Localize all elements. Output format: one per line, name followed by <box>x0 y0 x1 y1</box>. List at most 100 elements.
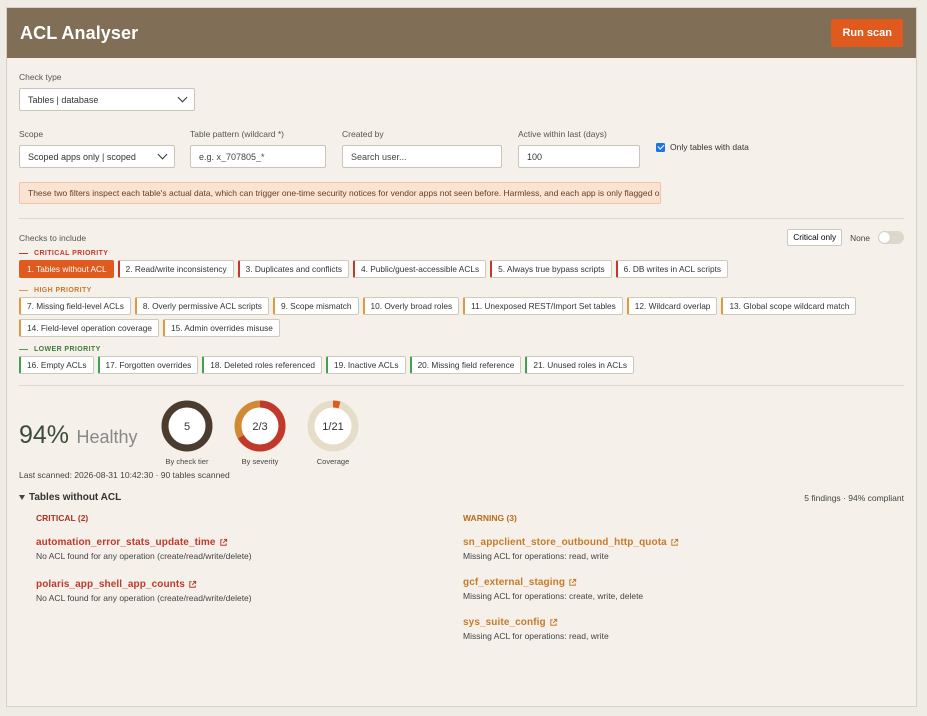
coverage-caption: Coverage <box>316 457 350 466</box>
warning-findings: WARNING (3) sn_appclient_store_outbound_… <box>463 513 883 641</box>
finding-description: Missing ACL for operations: create, writ… <box>463 591 644 601</box>
check-chip[interactable]: 16. Empty ACLs <box>19 356 94 374</box>
finding-description: No ACL found for any operation (create/r… <box>36 593 252 603</box>
check-chip[interactable]: 7. Missing field-level ACLs <box>19 297 131 315</box>
data-filter-notice: These two filters inspect each table's a… <box>19 182 661 204</box>
check-chip[interactable]: 11. Unexposed REST/Import Set tables <box>463 297 623 315</box>
check-chip[interactable]: 5. Always true bypass scripts <box>490 260 612 278</box>
coverage-value: 1/21 <box>322 421 343 433</box>
check-chip[interactable]: 14. Field-level operation coverage <box>19 319 159 337</box>
finding-link[interactable]: automation_error_stats_update_time <box>36 537 463 548</box>
high-check-chips: 7. Missing field-level ACLs 8. Overly per… <box>19 297 904 337</box>
finding-name: sys_suite_config <box>463 617 546 628</box>
check-type-label: Check type <box>19 72 62 82</box>
coverage-donut: 1/21 Coverage <box>306 399 360 466</box>
run-scan-button[interactable]: Run scan <box>831 19 903 47</box>
finding-name: automation_error_stats_update_time <box>36 537 216 548</box>
check-chip[interactable]: 18. Deleted roles referenced <box>202 356 322 374</box>
critical-heading: CRITICAL (2) <box>36 513 89 523</box>
finding-name: sn_appclient_store_outbound_http_quota <box>463 537 667 548</box>
finding-item: sys_suite_config Missing ACL for operatio… <box>463 617 883 641</box>
check-chip[interactable]: 12. Wildcard overlap <box>626 297 718 315</box>
check-chip[interactable]: 21. Unused roles in ACLs <box>525 356 635 374</box>
created-by-label: Created by <box>342 129 384 139</box>
critical-priority-heading: CRITICAL PRIORITY <box>19 250 904 257</box>
section-title: Tables without ACL <box>29 492 122 503</box>
check-chip[interactable]: 9. Scope mismatch <box>272 297 359 315</box>
check-chip[interactable]: 2. Read/write inconsistency <box>117 260 234 278</box>
tier-value: 5 <box>184 421 190 433</box>
created-by-input[interactable] <box>342 145 502 168</box>
critical-findings: CRITICAL (2) automation_error_stats_upda… <box>19 513 463 603</box>
finding-item: automation_error_stats_update_time No ACL… <box>36 537 463 561</box>
finding-item: gcf_external_staging Missing ACL for oper… <box>463 577 883 601</box>
table-pattern-label: Table pattern (wildcard *) <box>190 129 285 139</box>
chevron-down-icon <box>177 92 188 103</box>
check-chip[interactable]: 17. Forgotten overrides <box>97 356 199 374</box>
check-chip[interactable]: 19. Inactive ACLs <box>325 356 406 374</box>
check-chip[interactable]: 4. Public/guest-accessible ACLs <box>353 260 487 278</box>
external-link-icon <box>219 538 227 546</box>
lower-check-chips: 16. Empty ACLs 17. Forgotten overrides 18.… <box>19 356 904 374</box>
severity-donut: 2/3 By severity <box>233 399 287 466</box>
checks-label: Checks to include <box>19 232 87 243</box>
check-chip[interactable]: 20. Missing field reference <box>409 356 522 374</box>
finding-link[interactable]: sn_appclient_store_outbound_http_quota <box>463 537 883 548</box>
scope-select[interactable]: Scoped apps only | scoped <box>19 145 175 168</box>
active-within-label: Active within last (days) <box>518 129 607 139</box>
section-toggle[interactable]: Tables without ACL <box>19 492 121 503</box>
severity-ring: 2/3 <box>234 400 286 452</box>
findings-summary: 5 findings · 94% compliant <box>804 492 904 503</box>
tier-donut: 5 By check tier <box>160 399 214 466</box>
check-type-value: Tables | database <box>28 94 99 105</box>
finding-item: sn_appclient_store_outbound_http_quota Mi… <box>463 537 883 561</box>
scope-value: Scoped apps only | scoped <box>28 151 136 162</box>
health-percent: 94% <box>19 421 70 449</box>
only-tables-with-data-checkbox[interactable] <box>656 142 665 152</box>
scope-label: Scope <box>19 129 44 139</box>
none-label: None <box>850 232 870 243</box>
finding-link[interactable]: sys_suite_config <box>463 617 883 628</box>
check-type-select[interactable]: Tables | database <box>19 88 195 111</box>
tier-caption: By check tier <box>165 457 209 466</box>
divider <box>19 385 904 386</box>
severity-value: 2/3 <box>252 421 267 433</box>
check-chip[interactable]: 6. DB writes in ACL scripts <box>615 260 729 278</box>
finding-description: Missing ACL for operations: read, write <box>463 551 609 561</box>
lower-priority-heading: LOWER PRIORITY <box>19 346 904 353</box>
app-title: ACL Analyser <box>20 22 139 43</box>
health-score: 94% Healthy <box>19 399 160 450</box>
check-chip[interactable]: 8. Overly permissive ACL scripts <box>134 297 269 315</box>
finding-link[interactable]: gcf_external_staging <box>463 577 883 588</box>
tier-ring: 5 <box>161 400 213 452</box>
finding-item: polaris_app_shell_app_counts No ACL found… <box>36 579 463 603</box>
severity-caption: By severity <box>241 457 279 466</box>
caret-down-icon <box>19 495 25 500</box>
only-tables-with-data-label: Only tables with data <box>670 142 749 152</box>
high-priority-heading: HIGH PRIORITY <box>19 287 904 294</box>
warning-heading: WARNING (3) <box>463 513 517 523</box>
table-pattern-input[interactable] <box>190 145 326 168</box>
check-chip[interactable]: 13. Global scope wildcard match <box>721 297 857 315</box>
finding-description: Missing ACL for operations: read, write <box>463 631 609 641</box>
critical-only-button[interactable]: Critical only <box>787 229 843 246</box>
active-within-input[interactable] <box>518 145 640 168</box>
health-word: Healthy <box>76 427 138 447</box>
finding-link[interactable]: polaris_app_shell_app_counts <box>36 579 463 590</box>
external-link-icon <box>671 538 678 546</box>
only-tables-with-data-option[interactable]: Only tables with data <box>656 142 749 152</box>
external-link-icon <box>550 618 557 626</box>
finding-name: gcf_external_staging <box>463 577 566 588</box>
check-chip[interactable]: 15. Admin overrides misuse <box>163 319 280 337</box>
none-toggle[interactable] <box>878 231 904 244</box>
check-chip[interactable]: 1. Tables without ACL <box>19 260 114 278</box>
external-link-icon <box>569 578 577 586</box>
finding-name: polaris_app_shell_app_counts <box>36 579 185 590</box>
check-chip[interactable]: 10. Overly broad roles <box>362 297 460 315</box>
acl-analyser-panel: ACL Analyser Run scan Check type Tables … <box>6 7 917 707</box>
coverage-ring: 1/21 <box>307 400 359 452</box>
chevron-down-icon <box>157 149 168 160</box>
check-chip[interactable]: 3. Duplicates and conflicts <box>237 260 350 278</box>
finding-description: No ACL found for any operation (create/r… <box>36 551 252 561</box>
divider <box>19 218 904 219</box>
